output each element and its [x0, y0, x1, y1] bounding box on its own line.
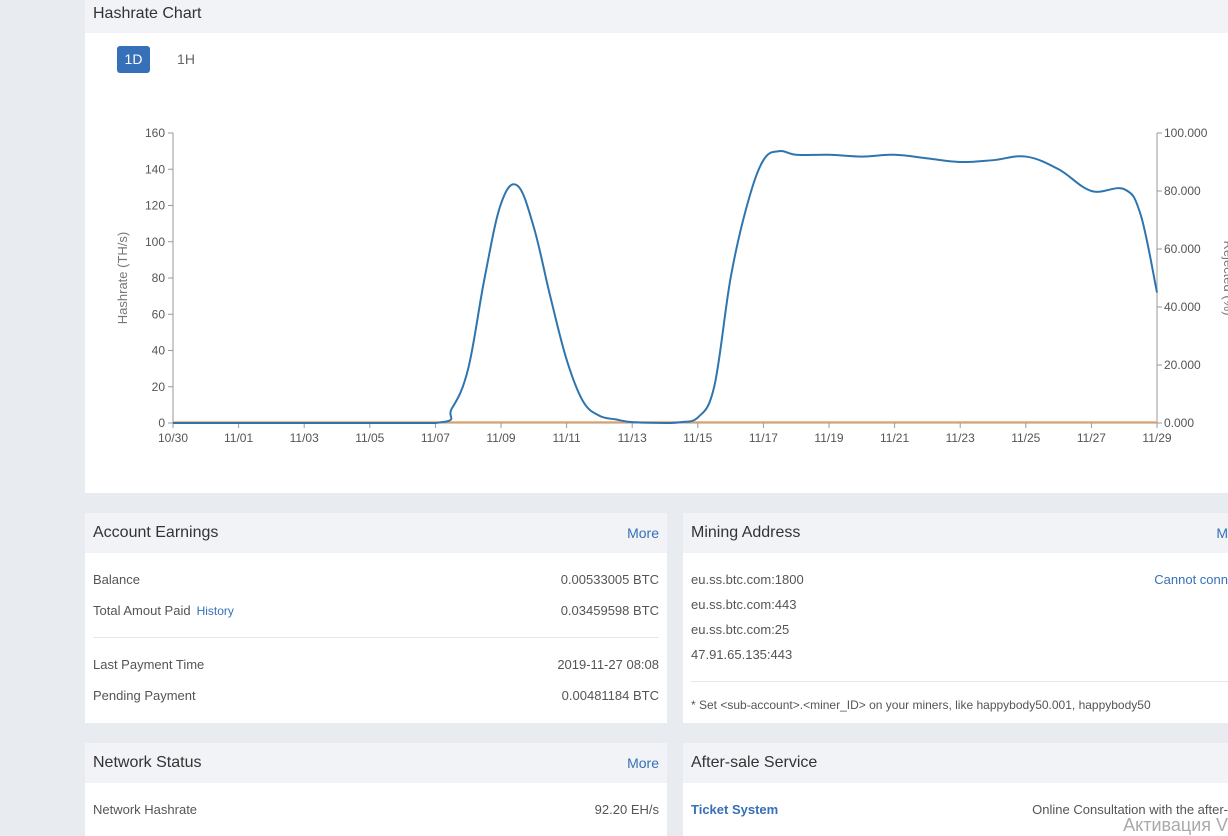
y-tick-label: 60	[152, 307, 166, 321]
y-tick-label: 140	[145, 162, 165, 176]
x-tick-label: 11/03	[290, 431, 319, 445]
y2-tick-label: 80.000	[1164, 184, 1201, 198]
x-tick-label: 11/25	[1011, 431, 1040, 445]
pending-payment-row: Pending Payment 0.00481184 BTC	[93, 688, 659, 704]
mining-address-item: 47.91.65.135:443	[691, 647, 793, 662]
x-tick-label: 11/05	[355, 431, 384, 445]
account-earnings-header: Account Earnings More	[85, 513, 667, 553]
y2-axis-label: Rejected (%)	[1221, 240, 1228, 315]
mining-address-panel: Mining Address M eu.ss.btc.com:1800 eu.s…	[683, 513, 1228, 723]
x-tick-label: 11/27	[1077, 431, 1106, 445]
last-payment-row: Last Payment Time 2019-11-27 08:08	[93, 657, 659, 673]
network-status-more-link[interactable]: More	[627, 743, 659, 783]
x-tick-label: 10/30	[158, 431, 188, 445]
after-sale-title: After-sale Service	[691, 754, 818, 771]
network-status-title: Network Status	[93, 754, 202, 771]
hashrate-panel: Hashrate Chart 1D 1H 0 20 40 60 80 100 120 140 1…	[85, 0, 1228, 493]
hashrate-series-line	[173, 149, 1158, 425]
mining-divider	[691, 681, 1228, 682]
x-tick-label: 11/23	[946, 431, 975, 445]
x-tick-label: 11/13	[618, 431, 647, 445]
network-hashrate-row: Network Hashrate 92.20 EH/s	[93, 802, 659, 818]
ticket-system-link[interactable]: Ticket System	[691, 802, 778, 817]
mining-address-more-link[interactable]: M	[1216, 513, 1228, 553]
y-axis-label: Hashrate (TH/s)	[115, 232, 130, 324]
x-tick-label: 11/19	[814, 431, 843, 445]
mining-address-item: eu.ss.btc.com:443	[691, 597, 797, 612]
x-tick-label: 11/11	[552, 431, 581, 445]
y2-tick-label: 60.000	[1164, 242, 1201, 256]
hashrate-panel-header: Hashrate Chart	[85, 0, 1228, 33]
y2-tick-label: 20.000	[1164, 358, 1201, 372]
y2-tick-label: 40.000	[1164, 300, 1201, 314]
account-earnings-panel: Account Earnings More Balance 0.00533005…	[85, 513, 667, 723]
account-earnings-title: Account Earnings	[93, 524, 219, 541]
balance-row: Balance 0.00533005 BTC	[93, 572, 659, 588]
total-paid-value: 0.03459598 BTC	[560, 603, 659, 618]
x-tick-label: 11/07	[421, 431, 450, 445]
y-tick-label: 0	[158, 416, 165, 430]
x-tick-label: 11/15	[683, 431, 712, 445]
network-hashrate-value: 92.20 EH/s	[594, 802, 659, 817]
y2-tick-label: 100.000	[1164, 126, 1208, 140]
network-status-panel: Network Status More Network Hashrate 92.…	[85, 743, 667, 836]
network-hashrate-label: Network Hashrate	[93, 802, 198, 817]
balance-value: 0.00533005 BTC	[560, 572, 659, 587]
activation-watermark: Активация V	[1123, 815, 1228, 835]
last-payment-value: 2019-11-27 08:08	[557, 657, 659, 672]
total-paid-label: Total Amout Paid	[93, 603, 191, 618]
mining-address-title: Mining Address	[691, 524, 801, 541]
mining-address-item: eu.ss.btc.com:25	[691, 622, 790, 637]
mining-note: * Set <sub-account>.<miner_ID> on your m…	[691, 698, 1151, 712]
last-payment-label: Last Payment Time	[93, 657, 205, 672]
mining-address-header: Mining Address M	[683, 513, 1228, 553]
cannot-connect-link[interactable]: Cannot conn	[1154, 572, 1228, 587]
x-tick-label: 11/29	[1142, 431, 1171, 445]
pending-payment-value: 0.00481184 BTC	[561, 688, 659, 703]
hashrate-panel-title: Hashrate Chart	[93, 5, 202, 22]
y-tick-label: 100	[145, 235, 165, 249]
x-tick-label: 11/17	[749, 431, 778, 445]
history-link[interactable]: History	[197, 604, 234, 618]
balance-label: Balance	[93, 572, 140, 587]
y-tick-label: 40	[152, 344, 166, 358]
y2-tick-label: 0.000	[1164, 416, 1194, 430]
x-tick-label: 11/01	[224, 431, 253, 445]
total-paid-row: Total Amout Paid History 0.03459598 BTC	[93, 603, 659, 619]
y-tick-label: 80	[152, 271, 166, 285]
pending-payment-label: Pending Payment	[93, 688, 196, 703]
x-tick-label: 11/21	[880, 431, 909, 445]
earnings-divider	[93, 637, 659, 638]
mining-address-item: eu.ss.btc.com:1800	[691, 572, 804, 587]
account-earnings-more-link[interactable]: More	[627, 513, 659, 553]
y-tick-label: 20	[152, 380, 166, 394]
after-sale-header: After-sale Service	[683, 743, 1228, 783]
x-tick-label: 11/09	[486, 431, 515, 445]
hashrate-chart: 0 20 40 60 80 100 120 140 160 0.000 20.000 40.000 60…	[115, 126, 1228, 445]
y-tick-label: 160	[145, 126, 165, 140]
y-tick-label: 120	[145, 199, 165, 213]
network-status-header: Network Status More	[85, 743, 667, 783]
